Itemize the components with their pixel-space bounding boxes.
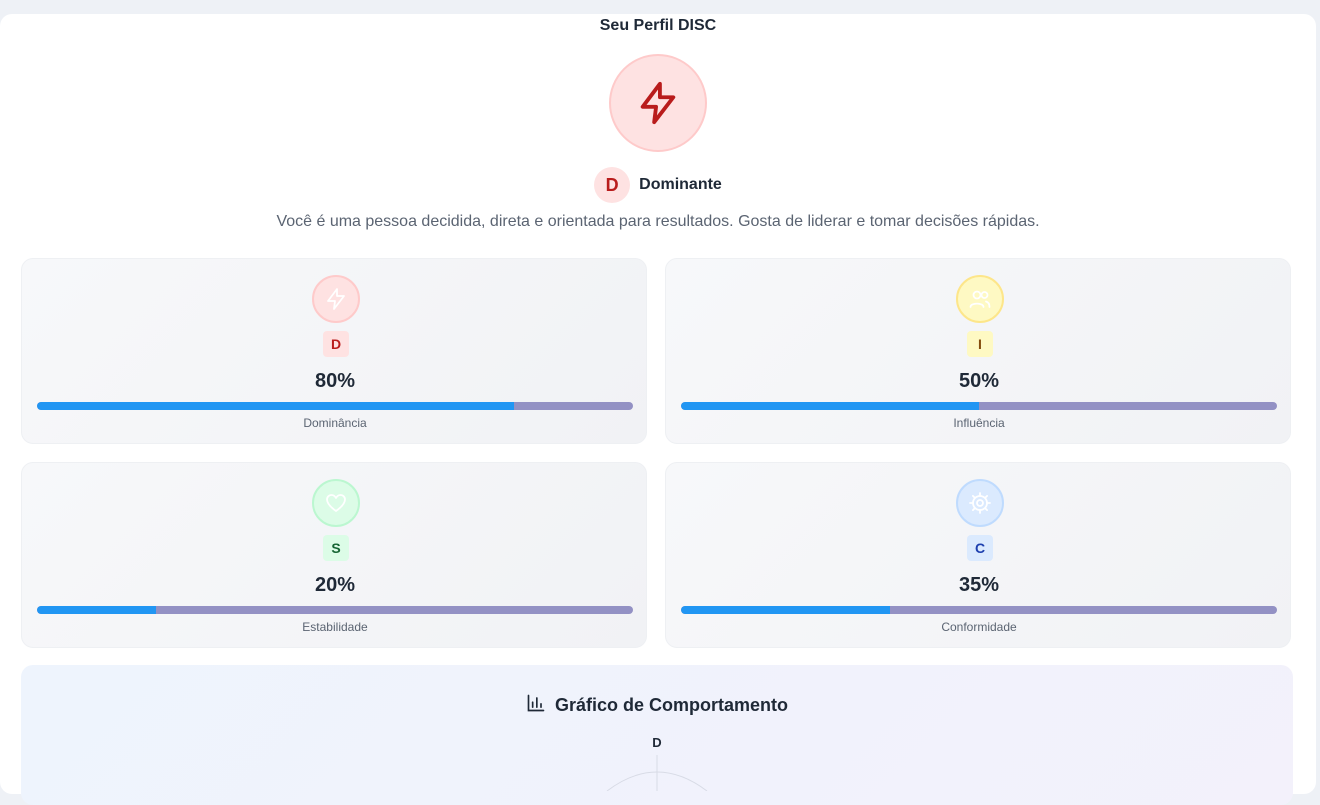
dimension-card-c: C 35% Conformidade <box>665 462 1291 648</box>
radar-chart-outline <box>606 755 708 791</box>
behavior-chart-title: Gráfico de Comportamento <box>21 694 1293 716</box>
lightning-icon <box>609 54 707 152</box>
progress-fill <box>37 606 157 614</box>
progress-fill <box>681 402 979 410</box>
users-icon <box>956 275 1004 323</box>
dimension-progress-bar <box>37 402 633 410</box>
heart-icon <box>312 479 360 527</box>
dimension-progress-bar <box>681 402 1277 410</box>
dimension-label: Conformidade <box>941 620 1017 634</box>
lightning-icon <box>312 275 360 323</box>
dimension-card-i: I 50% Influência <box>665 258 1291 444</box>
dimension-letter-badge: I <box>967 331 993 357</box>
dimension-label: Influência <box>953 416 1005 430</box>
dimension-letter-badge: D <box>323 331 349 357</box>
dimension-label: Estabilidade <box>302 620 368 634</box>
progress-fill <box>681 606 890 614</box>
progress-fill <box>37 402 514 410</box>
dimension-percent: 80% <box>314 370 356 392</box>
dimension-card-s: S 20% Estabilidade <box>21 462 647 648</box>
profile-type: D Dominante <box>0 167 1316 203</box>
page-title: Seu Perfil DISC <box>599 17 717 34</box>
bar-chart-icon <box>526 693 546 718</box>
dimension-label: Dominância <box>303 416 367 430</box>
behavior-chart-title-text: Gráfico de Comportamento <box>554 694 789 715</box>
dimension-letter-badge: S <box>323 535 349 561</box>
dimension-card-d: D 80% Dominância <box>21 258 647 444</box>
dimension-percent: 35% <box>958 574 1000 596</box>
dimension-progress-bar <box>681 606 1277 614</box>
radar-axis-label-d: D <box>652 735 662 750</box>
profile-type-name: Dominante <box>639 176 722 193</box>
profile-description: Você é uma pessoa decidida, direta e ori… <box>276 213 1040 230</box>
dimension-percent: 20% <box>314 574 356 596</box>
behavior-chart-section: Gráfico de Comportamento D <box>21 665 1293 805</box>
gear-icon <box>956 479 1004 527</box>
profile-letter-badge: D <box>594 167 631 203</box>
dimension-percent: 50% <box>958 370 1000 392</box>
dimension-letter-badge: C <box>967 535 993 561</box>
dimension-progress-bar <box>37 606 633 614</box>
